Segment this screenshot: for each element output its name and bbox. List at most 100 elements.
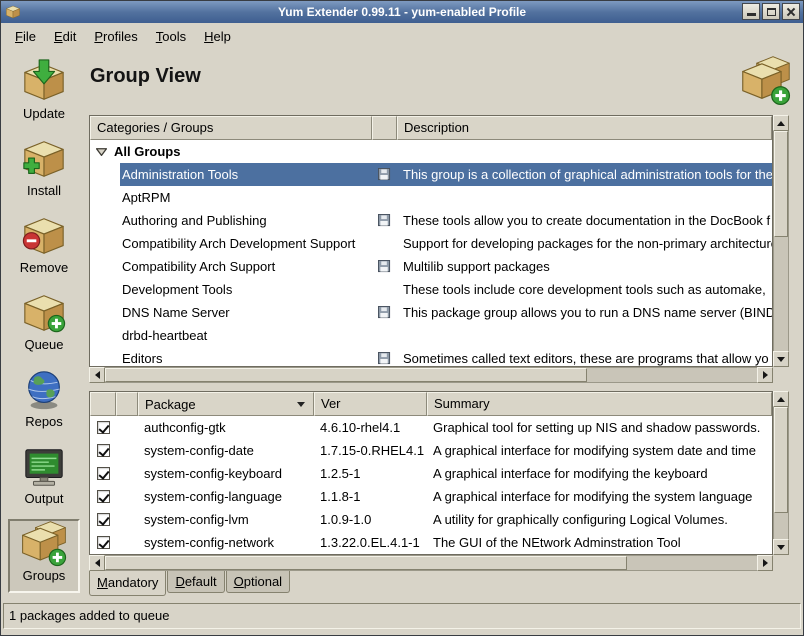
scrollbar-track[interactable] — [773, 131, 789, 351]
package-version: 1.2.5-1 — [314, 466, 427, 481]
group-name: Development Tools — [90, 282, 372, 297]
tab-optional[interactable]: Optional — [226, 571, 290, 593]
sidebar-item-update[interactable]: Update — [8, 57, 80, 131]
minimize-button[interactable] — [742, 3, 760, 20]
titlebar: Yum Extender 0.99.11 - yum-enabled Profi… — [1, 1, 803, 23]
group-name: DNS Name Server — [90, 305, 372, 320]
group-vertical-scrollbar[interactable] — [773, 115, 789, 367]
group-description: Multilib support packages — [397, 259, 772, 274]
group-category-name: All Groups — [114, 144, 180, 159]
menu-file[interactable]: File — [6, 25, 45, 48]
package-horizontal-scrollbar[interactable] — [89, 555, 773, 571]
package-name: authconfig-gtk — [138, 420, 314, 435]
menu-help[interactable]: Help — [195, 25, 240, 48]
package-row[interactable]: system-config-network 1.3.22.0.EL.4.1-1 … — [90, 531, 772, 554]
package-checkbox[interactable] — [97, 490, 110, 503]
package-row[interactable]: system-config-keyboard 1.2.5-1 A graphic… — [90, 462, 772, 485]
scroll-right-button[interactable] — [757, 367, 773, 383]
tab-mandatory[interactable]: Mandatory — [89, 571, 166, 596]
scroll-down-button[interactable] — [773, 351, 789, 367]
sidebar-item-output[interactable]: Output — [8, 442, 80, 516]
scroll-left-button[interactable] — [89, 555, 105, 571]
scrollbar-thumb[interactable] — [774, 131, 788, 237]
group-row[interactable]: Authoring and Publishing These tools all… — [90, 209, 772, 232]
package-checkbox[interactable] — [97, 513, 110, 526]
queue-icon — [21, 290, 67, 336]
group-row[interactable]: Editors Sometimes called text editors, t… — [90, 347, 772, 367]
group-row[interactable]: AptRPM — [90, 186, 772, 209]
group-horizontal-scrollbar[interactable] — [89, 367, 773, 383]
installed-floppy-icon — [378, 260, 391, 273]
scroll-left-button[interactable] — [89, 367, 105, 383]
package-table-header: Package Ver Summary — [90, 392, 772, 416]
package-checkbox[interactable] — [97, 467, 110, 480]
package-version: 1.1.8-1 — [314, 489, 427, 504]
install-icon — [21, 136, 67, 182]
group-row[interactable]: Administration Tools This group is a col… — [90, 163, 772, 186]
package-summary: A graphical interface for modifying syst… — [427, 443, 772, 458]
column-header-package[interactable]: Package — [138, 392, 314, 416]
tree-root-row[interactable]: All Groups — [90, 140, 772, 163]
sidebar-label: Remove — [20, 260, 68, 275]
close-button[interactable] — [782, 3, 800, 20]
package-row[interactable]: system-config-lvm 1.0.9-1.0 A utility fo… — [90, 508, 772, 531]
group-row[interactable]: drbd-heartbeat — [90, 324, 772, 347]
group-row[interactable]: Compatibility Arch Development Support S… — [90, 232, 772, 255]
package-row[interactable]: system-config-language 1.1.8-1 A graphic… — [90, 485, 772, 508]
menu-profiles[interactable]: Profiles — [85, 25, 146, 48]
installed-floppy-icon — [378, 352, 391, 365]
package-checkbox[interactable] — [97, 444, 110, 457]
column-header-icon[interactable] — [116, 392, 138, 416]
sidebar-item-repos[interactable]: Repos — [8, 365, 80, 439]
scrollbar-thumb[interactable] — [774, 407, 788, 513]
menu-edit[interactable]: Edit — [45, 25, 85, 48]
sidebar-label: Groups — [23, 568, 66, 583]
page-title: Group View — [90, 65, 201, 88]
sidebar-label: Update — [23, 106, 65, 121]
status-text: 1 packages added to queue — [9, 608, 169, 623]
maximize-button[interactable] — [762, 3, 780, 20]
scroll-up-button[interactable] — [773, 115, 789, 131]
remove-icon — [21, 213, 67, 259]
sidebar-item-install[interactable]: Install — [8, 134, 80, 208]
scrollbar-thumb[interactable] — [105, 368, 587, 382]
column-header-ver[interactable]: Ver — [314, 392, 427, 416]
group-name: Compatibility Arch Development Support — [90, 236, 372, 251]
package-checkbox[interactable] — [97, 536, 110, 549]
package-row[interactable]: authconfig-gtk 4.6.10-rhel4.1 Graphical … — [90, 416, 772, 439]
group-row[interactable]: Compatibility Arch Support Multilib supp… — [90, 255, 772, 278]
group-row[interactable]: DNS Name Server This package group allow… — [90, 301, 772, 324]
tab-default[interactable]: Default — [167, 571, 224, 593]
scrollbar-track[interactable] — [773, 407, 789, 539]
scroll-down-button[interactable] — [773, 539, 789, 555]
group-tree-table: Categories / Groups Description All Grou… — [89, 115, 789, 383]
column-header-checkbox[interactable] — [90, 392, 116, 416]
column-header-description[interactable]: Description — [397, 116, 772, 140]
package-vertical-scrollbar[interactable] — [773, 391, 789, 555]
expander-down-icon[interactable] — [96, 146, 107, 157]
scrollbar-thumb[interactable] — [105, 556, 627, 570]
scroll-right-button[interactable] — [757, 555, 773, 571]
sidebar-item-queue[interactable]: Queue — [8, 288, 80, 362]
group-description: This package group allows you to run a D… — [397, 305, 772, 320]
group-description: Sometimes called text editors, these are… — [397, 351, 772, 366]
menubar: File Edit Profiles Tools Help — [1, 23, 803, 49]
group-name: Compatibility Arch Support — [90, 259, 372, 274]
column-header-categories[interactable]: Categories / Groups — [90, 116, 372, 140]
output-icon — [21, 444, 67, 490]
package-checkbox[interactable] — [97, 421, 110, 434]
package-row[interactable]: system-config-date 1.7.15-0.RHEL4.1 A gr… — [90, 439, 772, 462]
menu-tools[interactable]: Tools — [147, 25, 195, 48]
scrollbar-track[interactable] — [105, 555, 757, 571]
column-header-summary[interactable]: Summary — [427, 392, 772, 416]
scroll-up-button[interactable] — [773, 391, 789, 407]
sidebar-item-remove[interactable]: Remove — [8, 211, 80, 285]
group-row[interactable]: Development Tools These tools include co… — [90, 278, 772, 301]
sidebar-item-groups[interactable]: Groups — [8, 519, 80, 593]
minimize-icon — [747, 13, 756, 16]
scrollbar-track[interactable] — [105, 367, 757, 383]
package-version: 1.7.15-0.RHEL4.1 — [314, 443, 427, 458]
column-header-installed[interactable] — [372, 116, 397, 140]
arrow-right-icon — [763, 559, 768, 567]
group-tree-body: Categories / Groups Description All Grou… — [89, 115, 773, 367]
